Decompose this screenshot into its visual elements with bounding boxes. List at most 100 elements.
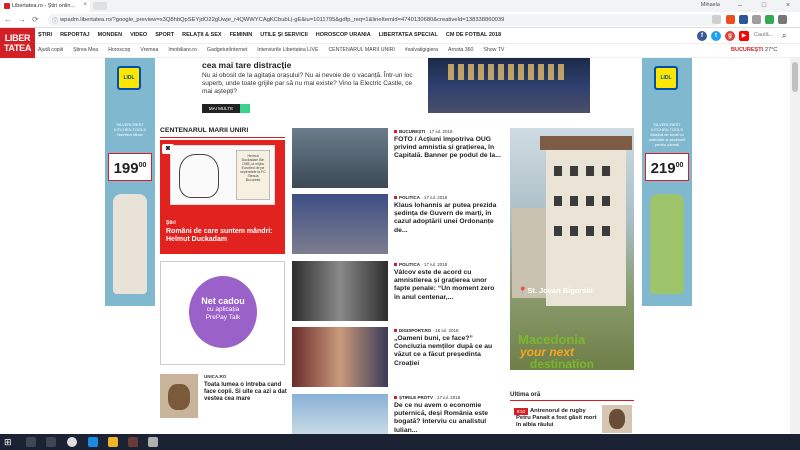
place-name: St. Jovan Bigorski: [527, 286, 593, 295]
reload-icon[interactable]: ⟳: [32, 15, 39, 24]
app-icon[interactable]: [148, 437, 158, 447]
news-category: ȘTIRILE PROTV: [399, 395, 434, 400]
camera-extension-icon[interactable]: [752, 15, 761, 24]
subnav-item[interactable]: Horoscop: [108, 47, 130, 53]
news-title[interactable]: FOTO / Acțiuni împotriva OUG privind amn…: [394, 136, 502, 161]
tab-close-icon[interactable]: ×: [83, 2, 87, 8]
subnav-item[interactable]: GadgeturiInternet: [207, 47, 247, 53]
extension-icon[interactable]: [765, 15, 774, 24]
nav-item-special[interactable]: LIBERTATEA SPECIAL: [379, 32, 438, 38]
file-explorer-icon[interactable]: [108, 437, 118, 447]
nav-item-reportaj[interactable]: REPORTAJ: [60, 32, 90, 38]
macedonia-ad[interactable]: 📍St. Jovan Bigorski Macedonia your next …: [510, 128, 634, 370]
latest-news-header[interactable]: Ultima oră: [510, 391, 634, 398]
article-title[interactable]: Toata lumea o intreba cand face copii. S…: [204, 382, 289, 404]
subnav-item[interactable]: Vremea: [140, 47, 158, 53]
profile-name[interactable]: Mihaela: [701, 2, 720, 8]
latest-news-title[interactable]: Antrenorul de rugby Petru Panait a fost …: [516, 408, 600, 429]
news-item[interactable]: POLITICA · 17 iul. 2018 Klaus Iohannis a…: [292, 194, 502, 254]
site-logo[interactable]: LIBER TATEA: [0, 28, 35, 58]
latest-news-photo[interactable]: [602, 405, 632, 433]
page-scrollbar[interactable]: [790, 58, 800, 434]
search-taskbar-icon[interactable]: [26, 437, 36, 447]
nav-item-stiri[interactable]: ȘTIRI: [38, 32, 52, 38]
right-side-ad[interactable]: LIDL SILVERCREST KITCHEN TOOLS Mașină de…: [642, 58, 692, 306]
nav-item-monden[interactable]: MONDEN: [98, 32, 122, 38]
site-favicon-icon: [4, 3, 10, 9]
prepay-promo-ad[interactable]: Net cadou cu aplicația PrePay Talk: [160, 261, 285, 365]
ad-description: SILVERCREST KITCHEN TOOLS Nutrition Mixe…: [113, 122, 147, 137]
news-item[interactable]: BUCUREȘTI · 17 iul. 2018 FOTO / Acțiuni …: [292, 128, 502, 188]
forward-icon[interactable]: →: [18, 15, 26, 24]
extension-icon[interactable]: [739, 15, 748, 24]
windows-start-icon[interactable]: ⊞: [4, 437, 12, 447]
subnav-item[interactable]: #salvatigigiera: [405, 47, 438, 53]
subnav-item[interactable]: Interviurile Libertatea LIVE: [257, 47, 318, 53]
back-icon[interactable]: ←: [4, 15, 12, 24]
news-category: DIGISPORT.RO: [399, 328, 432, 333]
bookmark-star-icon[interactable]: [712, 15, 721, 24]
section-divider: [160, 137, 285, 138]
edge-icon[interactable]: [88, 437, 98, 447]
extension-icon[interactable]: [726, 15, 735, 24]
search-placeholder[interactable]: Caută...: [754, 32, 773, 38]
price-main: 219: [650, 160, 676, 177]
feature-article[interactable]: Helmut Duckadam Bin 1986, la mijloc Euro…: [160, 140, 285, 254]
url-field[interactable]: ⓘ wpadm.libertatea.ro/?google_preview=x3…: [48, 14, 720, 26]
google-plus-icon[interactable]: g: [725, 31, 735, 41]
youtube-icon[interactable]: ▶: [739, 31, 749, 41]
minimize-button[interactable]: –: [728, 0, 752, 12]
nav-item-horoscop[interactable]: HOROSCOP URANIA: [316, 32, 371, 38]
news-item[interactable]: DIGISPORT.RO · 16 iul. 2018 „Oameni buni…: [292, 327, 502, 387]
section-title[interactable]: CENTENARUL MARII UNIRI: [160, 127, 248, 134]
ad-price: 19900: [108, 153, 152, 181]
news-meta: POLITICA · 17 iul. 2018: [394, 262, 447, 267]
nav-item-utile[interactable]: UTILE ȘI SERVICII: [260, 32, 308, 38]
subnav-item[interactable]: Show TV: [483, 47, 504, 53]
blender-image: [113, 194, 147, 294]
app-icon[interactable]: [128, 437, 138, 447]
news-title[interactable]: Vâlcov este de acord cu amnistierea și g…: [394, 269, 502, 302]
promo-line-3: PrePay Talk: [205, 314, 241, 321]
news-title[interactable]: Klaus Iohannis ar putea prezida ședința …: [394, 202, 502, 235]
news-title[interactable]: De ce nu avem o economie puternică, deși…: [394, 402, 502, 435]
subnav-item[interactable]: Știrea Mea: [73, 47, 98, 53]
news-item[interactable]: ȘTIRILE PROTV · 17 iul. 2018 De ce nu av…: [292, 394, 502, 434]
feature-title[interactable]: Români de care suntem mândri: Helmut Duc…: [166, 228, 281, 244]
top-ad-title: cea mai tare distracție: [202, 60, 292, 70]
left-side-ad[interactable]: LIDL SILVERCREST KITCHEN TOOLS Nutrition…: [105, 58, 155, 306]
facebook-icon[interactable]: f: [697, 31, 707, 41]
weather-city[interactable]: BUCUREȘTI: [731, 47, 763, 53]
maximize-button[interactable]: □: [752, 0, 776, 12]
pin-icon: 📍: [518, 286, 528, 295]
new-tab-button[interactable]: [93, 2, 107, 10]
news-category: BUCUREȘTI: [399, 129, 426, 134]
browser-tab-strip: Libertatea.ro - Știri onlin... × Mihaela…: [0, 0, 800, 12]
subnav-item[interactable]: Arnota 360: [448, 47, 473, 53]
nav-item-relatii[interactable]: RELAȚII & SEX: [182, 32, 221, 38]
chrome-icon[interactable]: [67, 437, 77, 447]
more-button-arrow[interactable]: [240, 104, 250, 113]
task-view-icon[interactable]: [46, 437, 56, 447]
scrollbar-thumb[interactable]: [792, 62, 798, 92]
nav-item-cm-fotbal[interactable]: CM DE FOTBAL 2018: [446, 32, 501, 38]
twitter-icon[interactable]: t: [711, 31, 721, 41]
news-item[interactable]: POLITICA · 17 iul. 2018 Vâlcov este de a…: [292, 261, 502, 321]
menu-icon[interactable]: [778, 15, 787, 24]
more-button[interactable]: MAI MULTE: [202, 104, 240, 113]
festival-image[interactable]: [428, 58, 590, 113]
nav-item-sport[interactable]: SPORT: [155, 32, 174, 38]
browser-tab[interactable]: Libertatea.ro - Știri onlin... ×: [2, 0, 90, 12]
info-icon[interactable]: ⓘ: [52, 16, 58, 25]
nav-item-video[interactable]: VIDEO: [130, 32, 147, 38]
news-title[interactable]: „Oameni buni, ce face?” Concluzia nemțil…: [394, 335, 502, 368]
subnav-item[interactable]: CENTENARUL MARII UNIRI: [328, 47, 394, 53]
subnav-item[interactable]: Imobiliare.ro: [168, 47, 197, 53]
subnav-item[interactable]: Ajută copiii: [38, 47, 63, 53]
small-article[interactable]: UNICA.RO Toata lumea o intreba cand face…: [160, 372, 287, 422]
windows-taskbar: ⊞: [0, 434, 800, 450]
close-window-button[interactable]: ×: [776, 0, 800, 12]
nav-item-feminin[interactable]: FEMININ: [230, 32, 253, 38]
article-category: UNICA.RO: [204, 374, 227, 379]
search-icon[interactable]: ⌕: [782, 31, 786, 41]
